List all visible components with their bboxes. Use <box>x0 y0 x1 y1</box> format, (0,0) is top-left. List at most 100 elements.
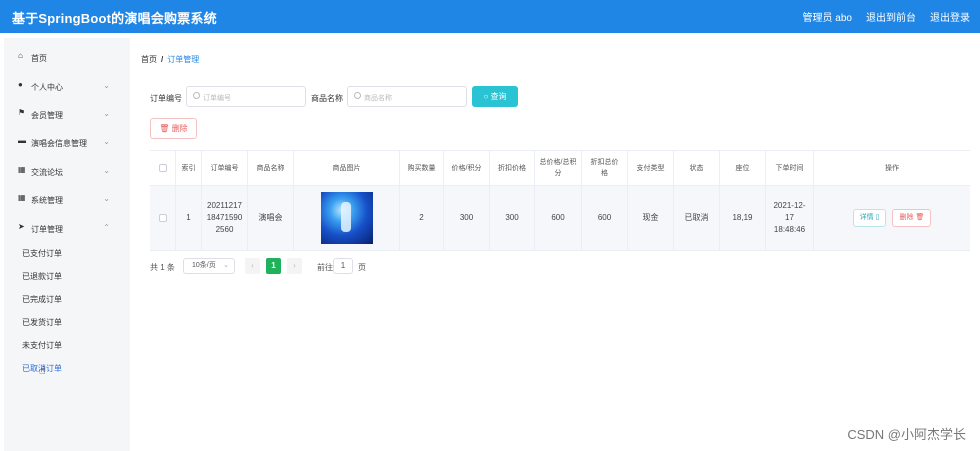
cell-status: 已取消 <box>674 186 720 250</box>
page-size-select[interactable]: 10条/页 ⌄ <box>183 258 235 274</box>
header-cell: 折扣总价格 <box>582 151 628 185</box>
next-page-button[interactable]: › <box>287 258 302 274</box>
breadcrumb-separator: / <box>161 55 164 64</box>
cell-discount: 300 <box>490 186 535 250</box>
cell-product: 演唱会 <box>248 186 294 250</box>
flag-icon: ⚑ <box>18 108 26 117</box>
product-name-placeholder: 商品名称 <box>364 95 392 102</box>
header-cell: 折扣价格 <box>490 151 535 185</box>
query-button[interactable]: ○ 查询 <box>472 86 518 107</box>
header-select-all[interactable] <box>150 151 176 185</box>
sidebar-subitem-unpaid[interactable]: 未支付订单 <box>22 340 62 351</box>
sidebar-item-label: 交流论坛 <box>31 168 63 177</box>
chevron-down-icon: ⌄ <box>103 137 110 146</box>
prev-page-button[interactable]: ‹ <box>245 258 260 274</box>
search-icon: ○ <box>483 92 489 101</box>
sidebar-item-members[interactable]: ⚑ 会员管理 ⌄ <box>4 103 130 125</box>
header-cell: 商品图片 <box>294 151 400 185</box>
app-title: 基于SpringBoot的演唱会购票系统 <box>12 11 217 26</box>
page-unit-label: 页 <box>358 263 366 272</box>
order-no-input[interactable]: 订单编号 <box>186 86 306 107</box>
current-user: 管理员 abo <box>802 13 852 24</box>
user-icon: ● <box>18 80 23 89</box>
sidebar-subitem-completed[interactable]: 已完成订单 <box>22 294 62 305</box>
cell-qty: 2 <box>400 186 444 250</box>
chevron-up-icon: ⌃ <box>103 223 110 232</box>
sidebar-item-label: 会员管理 <box>31 111 63 120</box>
sidebar-item-label: 系统管理 <box>31 196 63 205</box>
header-cell: 支付类型 <box>628 151 674 185</box>
sidebar-item-orders[interactable]: ➤ 订单管理 ⌃ <box>4 217 130 239</box>
logout-link[interactable]: 退出登录 <box>930 9 970 24</box>
delete-button[interactable]: 删除 🗑︎ <box>892 209 932 227</box>
hand-cursor-icon: ☝ <box>39 365 46 377</box>
page-size-value: 10条/页 <box>192 262 216 269</box>
search-icon <box>354 92 361 99</box>
cell-seat: 18,19 <box>720 186 766 250</box>
cell-discount-total: 600 <box>582 186 628 250</box>
cell-order-no: 20211217184715902560 <box>202 186 248 250</box>
cell-total: 600 <box>535 186 582 250</box>
cell-actions: 详情 ▯ 删除 🗑︎ <box>814 186 970 250</box>
sidebar-item-label: 个人中心 <box>31 83 63 92</box>
book-icon: ▬ <box>18 136 26 145</box>
order-no-label: 订单编号 <box>150 94 182 103</box>
total-count: 共 1 条 <box>150 263 175 272</box>
breadcrumb-current: 订单管理 <box>167 55 200 64</box>
search-icon <box>193 92 200 99</box>
breadcrumb: 首页 / 订单管理 <box>141 54 199 65</box>
table-header: 索引 订单编号 商品名称 商品图片 购买数量 价格/积分 折扣价格 总价格/总积… <box>150 150 970 186</box>
detail-button[interactable]: 详情 ▯ <box>852 209 887 227</box>
header-cell: 总价格/总积分 <box>535 151 582 185</box>
home-icon: ⌂ <box>18 51 23 60</box>
query-button-label: 查询 <box>490 92 507 101</box>
sidebar-item-label: 演唱会信息管理 <box>31 139 87 148</box>
cell-index: 1 <box>176 186 202 250</box>
goto-page-input[interactable]: 1 <box>333 258 353 274</box>
goto-label: 前往 <box>317 263 333 272</box>
header-cell: 商品名称 <box>248 151 294 185</box>
breadcrumb-home[interactable]: 首页 <box>141 55 157 64</box>
sidebar-subitem-shipped[interactable]: 已发货订单 <box>22 317 62 328</box>
sidebar-item-label: 订单管理 <box>31 225 63 234</box>
grid-icon: ▦ <box>18 193 26 202</box>
trash-icon: 🗑︎ <box>915 214 925 221</box>
sidebar-item-forum[interactable]: ▦ 交流论坛 ⌄ <box>4 160 130 182</box>
checkbox[interactable] <box>158 214 167 222</box>
sidebar-item-concerts[interactable]: ▬ 演唱会信息管理 ⌄ <box>4 131 130 153</box>
sidebar-item-home[interactable]: ⌂ 首页 <box>4 46 130 68</box>
row-select[interactable] <box>150 186 176 250</box>
detail-label: 详情 <box>859 214 874 221</box>
sidebar-item-profile[interactable]: ● 个人中心 ⌄ <box>4 75 130 97</box>
cell-time: 2021-12-17 18:48:46 <box>766 186 814 250</box>
delete-label: 删除 <box>899 214 914 221</box>
header-cell: 订单编号 <box>202 151 248 185</box>
checkbox[interactable] <box>158 164 167 172</box>
header-cell: 状态 <box>674 151 720 185</box>
send-icon: ➤ <box>18 222 25 231</box>
product-thumbnail <box>320 192 373 244</box>
sidebar-subitem-paid[interactable]: 已支付订单 <box>22 248 62 259</box>
sidebar: ⌂ 首页 ● 个人中心 ⌄ ⚑ 会员管理 ⌄ ▬ 演唱会信息管理 ⌄ ▦ 交流论… <box>4 38 130 451</box>
cell-pay-type: 现金 <box>628 186 674 250</box>
batch-delete-button[interactable]: 🗑︎ 删除 <box>150 118 197 139</box>
exit-to-front-link[interactable]: 退出到前台 <box>866 9 916 24</box>
trash-icon: 🗑︎ <box>159 124 170 133</box>
header-cell: 座位 <box>720 151 766 185</box>
sidebar-subitem-refunded[interactable]: 已退款订单 <box>22 271 62 282</box>
chevron-down-icon: ⌄ <box>103 166 110 175</box>
product-name-input[interactable]: 商品名称 <box>347 86 467 107</box>
watermark: CSDN @小阿杰学长 <box>847 427 966 442</box>
chevron-down-icon: ⌄ <box>223 262 229 269</box>
header-cell: 下单时间 <box>766 151 814 185</box>
document-icon: ▯ <box>875 214 880 221</box>
chevron-down-icon: ⌄ <box>103 194 110 203</box>
header-cell: 价格/积分 <box>444 151 490 185</box>
table-row: 1 20211217184715902560 演唱会 2 300 300 600… <box>150 186 970 251</box>
header-actions: 管理员 abo 退出到前台 退出登录 <box>803 9 970 24</box>
page-number-active[interactable]: 1 <box>266 258 281 274</box>
product-name-label: 商品名称 <box>311 94 343 103</box>
sidebar-item-system[interactable]: ▦ 系统管理 ⌄ <box>4 188 130 210</box>
sidebar-item-label: 首页 <box>31 54 47 63</box>
header-cell: 操作 <box>885 164 899 172</box>
